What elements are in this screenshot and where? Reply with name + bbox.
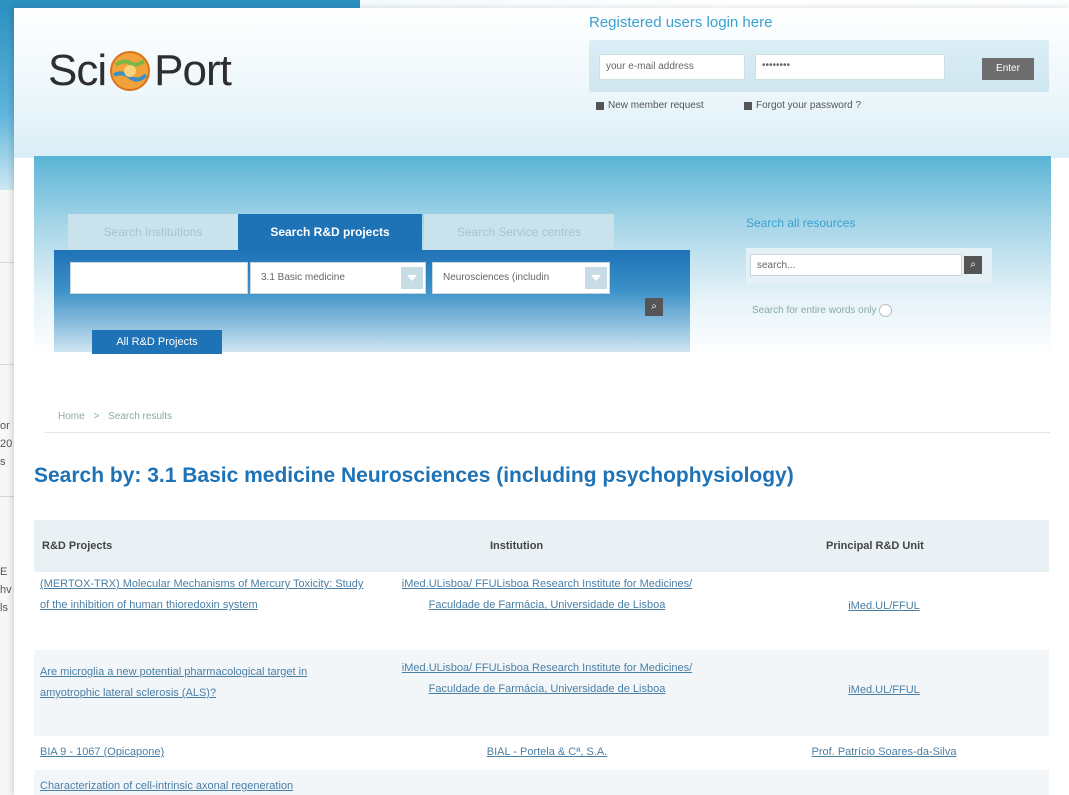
new-member-label: New member request xyxy=(608,100,704,111)
background-text: s xyxy=(0,456,6,468)
enter-button[interactable]: Enter xyxy=(982,58,1034,80)
all-rd-projects-button[interactable]: All R&D Projects xyxy=(92,330,222,354)
project-link[interactable]: Are microglia a new potential pharmacolo… xyxy=(40,662,330,704)
email-field[interactable]: your e-mail address xyxy=(599,54,745,80)
login-form: your e-mail address •••••••• Enter xyxy=(589,40,1049,92)
background-text: 20 xyxy=(0,438,13,450)
forgot-password-link[interactable]: Forgot your password ? xyxy=(744,100,861,111)
forgot-password-label: Forgot your password ? xyxy=(756,100,862,111)
keyword-input[interactable] xyxy=(70,262,248,294)
globe-logo-icon xyxy=(110,51,151,91)
project-link[interactable]: (MERTOX-TRX) Molecular Mechanisms of Mer… xyxy=(40,574,370,616)
search-icon[interactable]: ⌕ xyxy=(964,256,982,274)
field-select-value: 3.1 Basic medicine xyxy=(261,272,345,283)
institution-link[interactable]: iMed.ULisboa/ FFULisboa Research Institu… xyxy=(380,658,714,700)
table-row: (MERTOX-TRX) Molecular Mechanisms of Mer… xyxy=(34,574,1049,650)
column-header-institution: Institution xyxy=(490,540,544,552)
entire-words-option[interactable]: Search for entire words only xyxy=(752,304,892,317)
background-text: ls xyxy=(0,602,8,614)
search-all-box: search... ⌕ xyxy=(746,248,992,284)
search-all-title: Search all resources xyxy=(746,216,856,230)
radio-icon[interactable] xyxy=(878,304,892,317)
search-go-button[interactable]: ⌕ xyxy=(645,298,663,316)
background-text: or xyxy=(0,420,10,432)
table-row: Characterization of cell-intrinsic axona… xyxy=(34,770,1049,795)
project-link[interactable]: Characterization of cell-intrinsic axona… xyxy=(40,776,380,795)
column-header-projects: R&D Projects xyxy=(42,540,113,552)
sciport-logo[interactable]: Sci Port xyxy=(48,46,232,96)
breadcrumb-current: Search results xyxy=(108,411,173,422)
results-table-header: R&D Projects Institution Principal R&D U… xyxy=(34,520,1049,572)
subfield-select[interactable]: Neurosciences (includin xyxy=(432,262,610,294)
unit-link[interactable]: iMed.UL/FFUL xyxy=(734,680,1034,701)
breadcrumb-separator: > xyxy=(93,411,100,422)
logo-text-right: Port xyxy=(154,46,232,95)
password-field[interactable]: •••••••• xyxy=(755,54,945,80)
tab-search-service-centres[interactable]: Search Service centres xyxy=(424,214,614,250)
chevron-down-icon[interactable] xyxy=(401,267,423,289)
chevron-down-icon[interactable] xyxy=(585,267,607,289)
column-header-unit: Principal R&D Unit xyxy=(826,540,924,552)
search-panel: Search Institutions Search R&D projects … xyxy=(34,156,1051,356)
square-bullet-icon xyxy=(596,101,604,110)
site-header: Sci Port Registered users login here you… xyxy=(14,8,1069,158)
entire-words-label: Search for entire words only xyxy=(752,305,877,316)
new-member-link[interactable]: New member request xyxy=(596,100,704,111)
divider xyxy=(44,432,1050,433)
background-text: E xyxy=(0,566,8,578)
background-text: hv xyxy=(0,584,12,596)
table-row: Are microglia a new potential pharmacolo… xyxy=(34,650,1049,736)
breadcrumb-home[interactable]: Home xyxy=(58,411,85,422)
tab-search-rd-projects[interactable]: Search R&D projects xyxy=(238,214,422,250)
table-row: BIA 9 - 1067 (Opicapone) BIAL - Portela … xyxy=(34,736,1049,770)
browser-window: Sci Port Registered users login here you… xyxy=(14,8,1069,795)
subfield-select-value: Neurosciences (includin xyxy=(443,272,550,283)
unit-link[interactable]: Prof. Patrício Soares-da-Silva xyxy=(734,742,1034,763)
project-link[interactable]: BIA 9 - 1067 (Opicapone) xyxy=(40,742,370,763)
field-select[interactable]: 3.1 Basic medicine xyxy=(250,262,426,294)
tab-search-institutions[interactable]: Search Institutions xyxy=(68,214,238,250)
breadcrumb: Home > Search results xyxy=(58,411,172,422)
institution-link[interactable]: BIAL - Portela & Cª, S.A. xyxy=(380,742,714,763)
search-all-input[interactable]: search... xyxy=(750,254,962,276)
square-bullet-icon xyxy=(744,101,752,110)
page-title: Search by: 3.1 Basic medicine Neuroscien… xyxy=(34,464,794,487)
logo-text-left: Sci xyxy=(48,46,107,95)
institution-link[interactable]: iMed.ULisboa/ FFULisboa Research Institu… xyxy=(380,574,714,616)
login-title: Registered users login here xyxy=(589,14,773,31)
unit-link[interactable]: iMed.UL/FFUL xyxy=(734,596,1034,617)
